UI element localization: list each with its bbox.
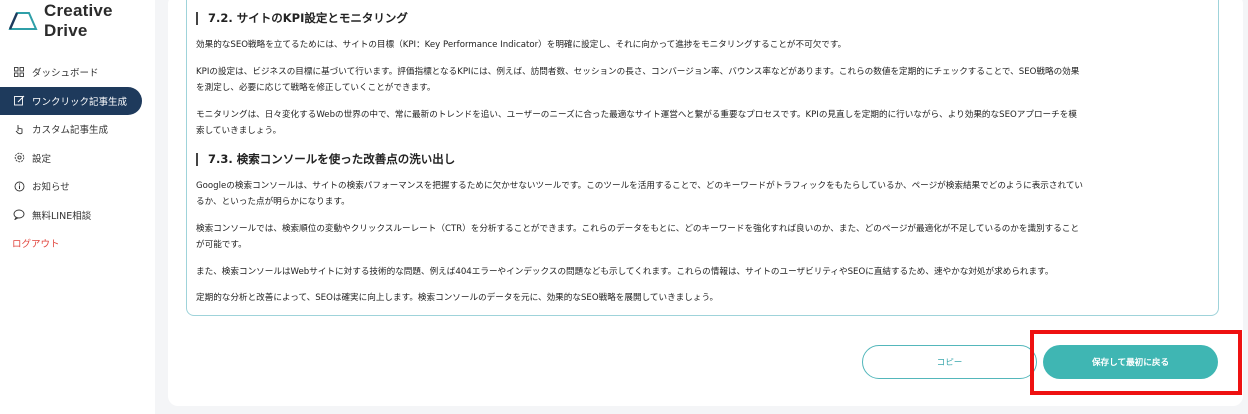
sidebar-item-one-click-article[interactable]: ワンクリック記事生成	[0, 86, 142, 115]
sidebar-item-label: ダッシュボード	[32, 68, 99, 79]
sidebar-item-custom-article[interactable]: カスタム記事生成	[0, 115, 155, 143]
sidebar-nav: ダッシュボード ワンクリック記事生成 カスタム記事生成 設定 お知らせ 無料LI…	[0, 58, 155, 258]
article-paragraph: 索していきましょう。	[196, 126, 282, 136]
sidebar-item-label: ログアウト	[12, 239, 60, 250]
highlight-box	[1030, 330, 1242, 395]
article-paragraph: 定期的な分析と改善によって、SEOは確実に向上します。検索コンソールのデータを元…	[196, 293, 719, 303]
logo[interactable]: Creative Drive	[8, 1, 155, 40]
section-heading: 7.2. サイトのKPI設定とモニタリング	[196, 12, 408, 25]
logo-icon	[8, 11, 38, 31]
article-paragraph: が可能です。	[196, 240, 247, 250]
chat-icon	[12, 208, 26, 222]
article-paragraph: を測定し、必要に応じて戦略を修正していくことができます。	[196, 83, 436, 93]
grid-icon	[12, 65, 26, 79]
sidebar-item-label: 設定	[32, 153, 52, 165]
sidebar-item-label: 無料LINE相談	[32, 210, 92, 222]
sidebar-item-label: お知らせ	[32, 182, 70, 193]
sidebar-item-logout[interactable]: ログアウト	[0, 229, 155, 257]
article-paragraph: 効果的なSEO戦略を立てるためには、サイトの目標（KPI：Key Perform…	[196, 40, 847, 50]
sidebar-item-news[interactable]: お知らせ	[0, 172, 155, 200]
sidebar-item-label: カスタム記事生成	[32, 125, 109, 136]
article-paragraph: モニタリングは、日々変化するWebの世界の中で、常に最新のトレンドを追い、ユーザ…	[196, 110, 1077, 120]
pointer-icon	[12, 122, 26, 136]
section-heading: 7.3. 検索コンソールを使った改善点の洗い出し	[196, 153, 455, 166]
sidebar-item-line-consult[interactable]: 無料LINE相談	[0, 201, 155, 229]
article-paragraph: また、検索コンソールはWebサイトに対する技術的な問題、例えば404エラーやイン…	[196, 267, 1054, 277]
info-icon	[12, 179, 26, 193]
gear-icon	[12, 151, 26, 165]
article-paragraph: KPIの設定は、ビジネスの目標に基づいて行います。評価指標となるKPIには、例え…	[196, 67, 1080, 77]
article-paragraph: るか、といった点が明らかになります。	[196, 197, 350, 207]
edit-icon	[12, 94, 26, 108]
article-paragraph: Googleの検索コンソールは、サイトの検索パフォーマンスを把握するために欠かせ…	[196, 181, 1084, 191]
sidebar: Creative Drive ダッシュボード ワンクリック記事生成 カスタム記事…	[0, 0, 155, 414]
sidebar-item-settings[interactable]: 設定	[0, 144, 155, 172]
article-paragraph: 検索コンソールでは、検索順位の変動やクリックスルーレート（CTR）を分析すること…	[196, 224, 1080, 234]
sidebar-item-label: ワンクリック記事生成	[32, 96, 128, 108]
logo-text: Creative Drive	[44, 1, 113, 40]
copy-button[interactable]: コピー	[862, 345, 1037, 379]
sidebar-item-dashboard[interactable]: ダッシュボード	[0, 58, 155, 86]
